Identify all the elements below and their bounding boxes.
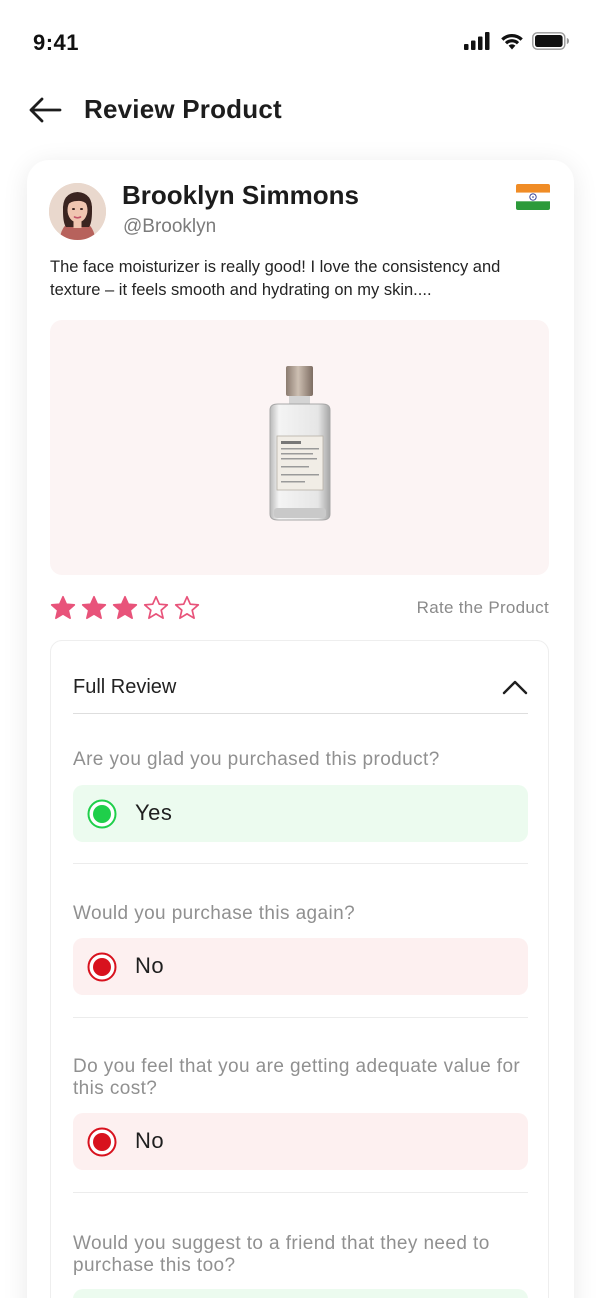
product-image[interactable] (50, 320, 549, 575)
star-filled-icon[interactable] (112, 595, 138, 621)
answer-2-label: No (135, 953, 165, 978)
star-filled-icon[interactable] (50, 595, 76, 621)
answer-4[interactable] (73, 1289, 528, 1298)
reviewer-name: Brooklyn Simmons (122, 180, 359, 210)
radio-selected-icon[interactable] (87, 799, 117, 829)
question-4: Would you suggest to a friend that they … (73, 1233, 490, 1276)
divider (73, 1017, 528, 1018)
header: Review Product (0, 86, 600, 136)
avatar[interactable] (49, 183, 106, 240)
reviewer-handle: @Brooklyn (123, 216, 217, 237)
question-2: Would you purchase this again? (73, 903, 356, 924)
star-filled-icon[interactable] (81, 595, 107, 621)
radio-selected-icon[interactable] (87, 1127, 117, 1157)
answer-2[interactable]: No (73, 938, 528, 995)
rate-product-label[interactable]: Rate the Product (417, 598, 549, 618)
status-time: 9:41 (33, 30, 80, 55)
india-flag-icon (516, 184, 550, 210)
signal-icon (464, 32, 490, 50)
star-outline-icon[interactable] (143, 595, 169, 621)
review-text: The face moisturizer is really good! I l… (50, 258, 501, 299)
full-review-panel: Full Review Are you glad you purchased t… (50, 640, 549, 1298)
status-bar: 9:41 (0, 0, 600, 86)
answer-3[interactable]: No (73, 1113, 528, 1170)
question-1: Are you glad you purchased this product? (73, 749, 440, 770)
answer-1[interactable]: Yes (73, 785, 528, 842)
status-icons (464, 32, 570, 50)
arrow-left-icon[interactable] (28, 96, 62, 124)
full-review-title: Full Review (73, 676, 177, 698)
full-review-header[interactable]: Full Review (73, 668, 528, 714)
rating-stars[interactable] (50, 595, 200, 621)
radio-selected-icon[interactable] (87, 952, 117, 982)
page-title: Review Product (84, 94, 282, 124)
review-card: Brooklyn Simmons @Brooklyn The face mois… (27, 160, 574, 1298)
wifi-icon (501, 34, 523, 50)
question-3: Do you feel that you are getting adequat… (73, 1056, 521, 1099)
perfume-bottle-image (269, 366, 331, 521)
answer-1-label: Yes (135, 800, 173, 825)
star-outline-icon[interactable] (174, 595, 200, 621)
divider (73, 1192, 528, 1193)
divider (73, 863, 528, 864)
battery-icon (532, 32, 569, 50)
chevron-up-icon[interactable] (502, 678, 528, 696)
answer-3-label: No (135, 1128, 165, 1153)
